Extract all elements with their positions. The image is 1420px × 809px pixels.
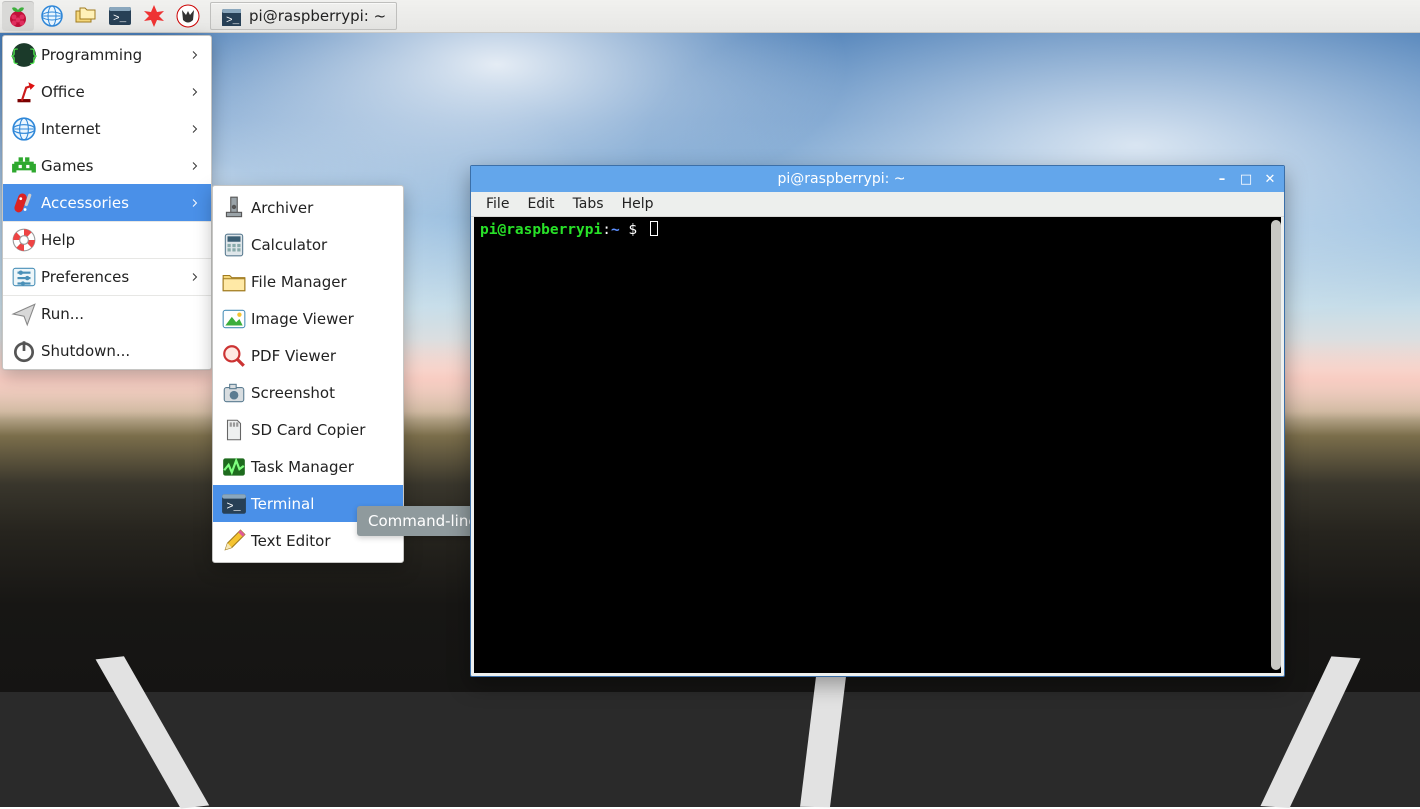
menu-item-label: Internet <box>41 120 101 138</box>
desk-lamp-icon <box>7 79 41 105</box>
prompt-path: ~ <box>611 222 620 238</box>
menu-item-label: Office <box>41 83 85 101</box>
submenu-item-label: SD Card Copier <box>251 421 365 439</box>
sd-card-icon <box>217 417 251 443</box>
launcher-web-browser[interactable] <box>36 1 68 31</box>
launcher-file-manager[interactable] <box>70 1 102 31</box>
menu-item-games[interactable]: Games <box>3 147 211 184</box>
taskbar-window-label: pi@raspberrypi: ~ <box>249 7 386 25</box>
activity-icon <box>217 454 251 480</box>
terminal-scrollbar[interactable] <box>1271 220 1281 670</box>
pencil-icon <box>217 528 251 554</box>
menu-item-label: Shutdown... <box>41 342 130 360</box>
menu-item-label: Games <box>41 157 93 175</box>
menu-item-run[interactable]: Run... <box>3 295 211 332</box>
chevron-right-icon <box>189 48 201 62</box>
menu-item-shutdown[interactable]: Shutdown... <box>3 332 211 369</box>
terminal-menu-edit[interactable]: Edit <box>518 193 563 215</box>
menu-item-preferences[interactable]: Preferences <box>3 258 211 295</box>
chevron-right-icon <box>189 270 201 284</box>
launcher-terminal[interactable] <box>104 1 136 31</box>
prompt-user-host: pi@raspberrypi <box>480 222 602 238</box>
terminal-icon <box>217 491 251 517</box>
minimize-button[interactable]: – <box>1214 171 1230 187</box>
submenu-item-label: Screenshot <box>251 384 335 402</box>
terminal-menu-tabs[interactable]: Tabs <box>564 193 613 215</box>
maximize-button[interactable]: □ <box>1238 171 1254 187</box>
cursor <box>650 221 658 236</box>
submenu-item-label: Image Viewer <box>251 310 354 328</box>
menu-item-programming[interactable]: Programming <box>3 36 211 73</box>
menu-item-label: Programming <box>41 46 142 64</box>
taskbar-window-terminal[interactable]: pi@raspberrypi: ~ <box>210 2 397 30</box>
submenu-item-sd-card-copier[interactable]: SD Card Copier <box>213 411 403 448</box>
menu-item-office[interactable]: Office <box>3 73 211 110</box>
terminal-title: pi@raspberrypi: ~ <box>477 171 1206 187</box>
submenu-item-label: Text Editor <box>251 532 331 550</box>
terminal-menubar: FileEditTabsHelp <box>471 192 1284 217</box>
menu-item-accessories[interactable]: Accessories <box>3 184 211 221</box>
top-panel: pi@raspberrypi: ~ <box>0 0 1420 33</box>
chevron-right-icon <box>189 196 201 210</box>
submenu-item-file-manager[interactable]: File Manager <box>213 263 403 300</box>
terminal-menu-file[interactable]: File <box>477 193 518 215</box>
submenu-item-task-manager[interactable]: Task Manager <box>213 448 403 485</box>
applications-menu[interactable]: Programming Office Internet Games Accessorie… <box>2 35 212 370</box>
swiss-knife-icon <box>7 190 41 216</box>
submenu-item-label: PDF Viewer <box>251 347 336 365</box>
submenu-item-calculator[interactable]: Calculator <box>213 226 403 263</box>
chevron-right-icon <box>189 159 201 173</box>
submenu-item-screenshot[interactable]: Screenshot <box>213 374 403 411</box>
launcher-mathematica[interactable] <box>138 1 170 31</box>
submenu-item-image-viewer[interactable]: Image Viewer <box>213 300 403 337</box>
gamepad-icon <box>7 153 41 179</box>
folder-icon <box>217 269 251 295</box>
close-button[interactable]: ✕ <box>1262 171 1278 187</box>
submenu-item-label: Archiver <box>251 199 313 217</box>
image-icon <box>217 306 251 332</box>
launcher-wolfram[interactable] <box>172 1 204 31</box>
menu-item-label: Preferences <box>41 268 129 286</box>
lifebuoy-icon <box>7 227 41 253</box>
submenu-item-archiver[interactable]: Archiver <box>213 189 403 226</box>
submenu-item-label: Calculator <box>251 236 327 254</box>
menu-item-label: Run... <box>41 305 84 323</box>
chevron-right-icon <box>189 122 201 136</box>
camera-icon <box>217 380 251 406</box>
code-braces-icon <box>7 42 41 68</box>
terminal-titlebar[interactable]: pi@raspberrypi: ~ – □ ✕ <box>471 166 1284 192</box>
magnifier-icon <box>217 343 251 369</box>
chevron-right-icon <box>189 85 201 99</box>
terminal-icon <box>221 6 241 26</box>
prompt-sep: : <box>602 222 611 238</box>
menu-item-help[interactable]: Help <box>3 221 211 258</box>
terminal-window[interactable]: pi@raspberrypi: ~ – □ ✕ FileEditTabsHelp… <box>470 165 1285 677</box>
preferences-icon <box>7 264 41 290</box>
submenu-item-label: Terminal <box>251 495 314 513</box>
menu-item-label: Help <box>41 231 75 249</box>
paper-plane-icon <box>7 301 41 327</box>
submenu-item-label: File Manager <box>251 273 347 291</box>
start-menu-button[interactable] <box>2 1 34 31</box>
globe-icon <box>7 116 41 142</box>
menu-item-internet[interactable]: Internet <box>3 110 211 147</box>
submenu-item-pdf-viewer[interactable]: PDF Viewer <box>213 337 403 374</box>
terminal-menu-help[interactable]: Help <box>613 193 663 215</box>
power-icon <box>7 338 41 364</box>
prompt-end: $ <box>620 222 646 238</box>
menu-item-label: Accessories <box>41 194 129 212</box>
submenu-item-label: Task Manager <box>251 458 354 476</box>
calculator-icon <box>217 232 251 258</box>
clamp-icon <box>217 195 251 221</box>
terminal-body[interactable]: pi@raspberrypi:~ $ <box>474 217 1281 673</box>
